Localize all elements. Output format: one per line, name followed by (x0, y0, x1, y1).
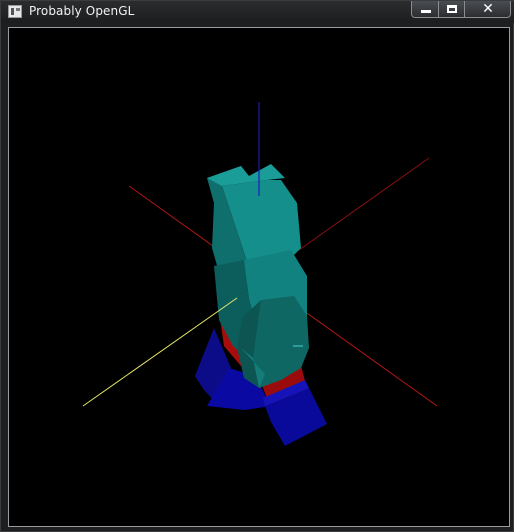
close-button[interactable]: ✕ (465, 1, 511, 18)
close-icon: ✕ (482, 1, 494, 17)
x-axis-line-2 (298, 157, 430, 251)
opengl-canvas[interactable] (8, 27, 510, 527)
minimize-icon (421, 10, 431, 13)
title-bar[interactable]: Probably OpenGL ✕ (1, 1, 514, 23)
maximize-button[interactable] (439, 1, 465, 18)
minimize-button[interactable] (411, 1, 439, 18)
window-controls: ✕ (411, 1, 511, 19)
app-icon[interactable] (8, 5, 22, 18)
app-window: Probably OpenGL ✕ (0, 0, 514, 532)
scene-render (82, 102, 438, 446)
window-title: Probably OpenGL (29, 4, 135, 18)
maximize-icon (447, 5, 457, 13)
